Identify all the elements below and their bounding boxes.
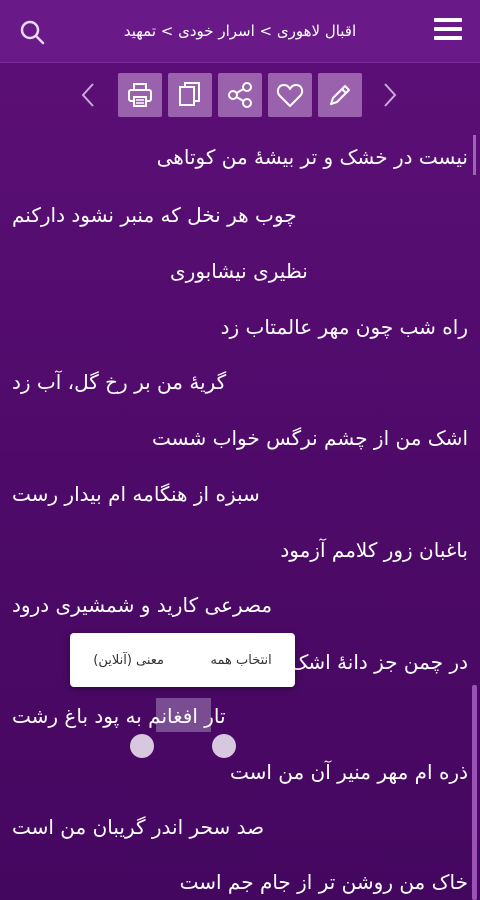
poem-line: صد سحر اندر گریبان من است [12,815,265,839]
copy-icon [179,82,200,106]
edit-button[interactable] [318,73,362,117]
pencil-icon [330,85,350,105]
poem-line-selected[interactable]: تار افغانم به پود باغ رشت [12,704,226,728]
scrollbar-indicator-top [473,135,476,175]
poem-line: خاک من روشن تر از جام جم است [179,870,468,894]
toolbar [0,64,480,126]
poem-line: اشک من از چشم نرگس خواب شست [152,426,468,450]
poem-attribution: نظیری نیشابوری [170,259,308,283]
poem-line: چوب هر نخل که منبر نشود دارکنم [12,203,297,227]
heart-icon [276,84,304,107]
selection-handle-start[interactable] [130,734,154,758]
poem-line: باغبان زور کلامم آزمود [280,538,468,562]
print-icon [128,83,152,107]
scrollbar[interactable] [472,685,477,900]
copy-button[interactable] [168,73,212,117]
selection-handle-end[interactable] [212,734,236,758]
poem-line: راه شب چون مهر عالمتاب زد [220,315,468,339]
text-selection-menu: انتخاب همه معنی (آنلاین) [70,633,295,687]
meaning-online-option[interactable]: معنی (آنلاین) [93,653,164,668]
favorite-button[interactable] [268,73,312,117]
previous-arrow-icon[interactable] [76,80,100,110]
print-button[interactable] [118,73,162,117]
hamburger-menu-icon[interactable] [434,18,462,42]
share-icon [228,82,252,108]
poem-line: نیست در خشک و تر بیشهٔ من کوتاهی [156,145,468,169]
app-header: اقبال لاهوری > اسرار خودی > تمهید [0,0,480,63]
poem-line: مصرعی کارید و شمشیری درود [12,593,273,617]
breadcrumb: اقبال لاهوری > اسرار خودی > تمهید [123,22,357,40]
poem-line: در چمن جز دانهٔ اشک [290,650,468,674]
select-all-option[interactable]: انتخاب همه [211,653,272,668]
poem-line: گریهٔ من بر رخ گل، آب زد [12,370,227,394]
share-button[interactable] [218,73,262,117]
poem-line: سبزه از هنگامه ام بیدار رست [12,482,260,506]
poem-line: ذره ام مهر منیر آن من است [229,760,468,784]
next-arrow-icon[interactable] [378,80,402,110]
